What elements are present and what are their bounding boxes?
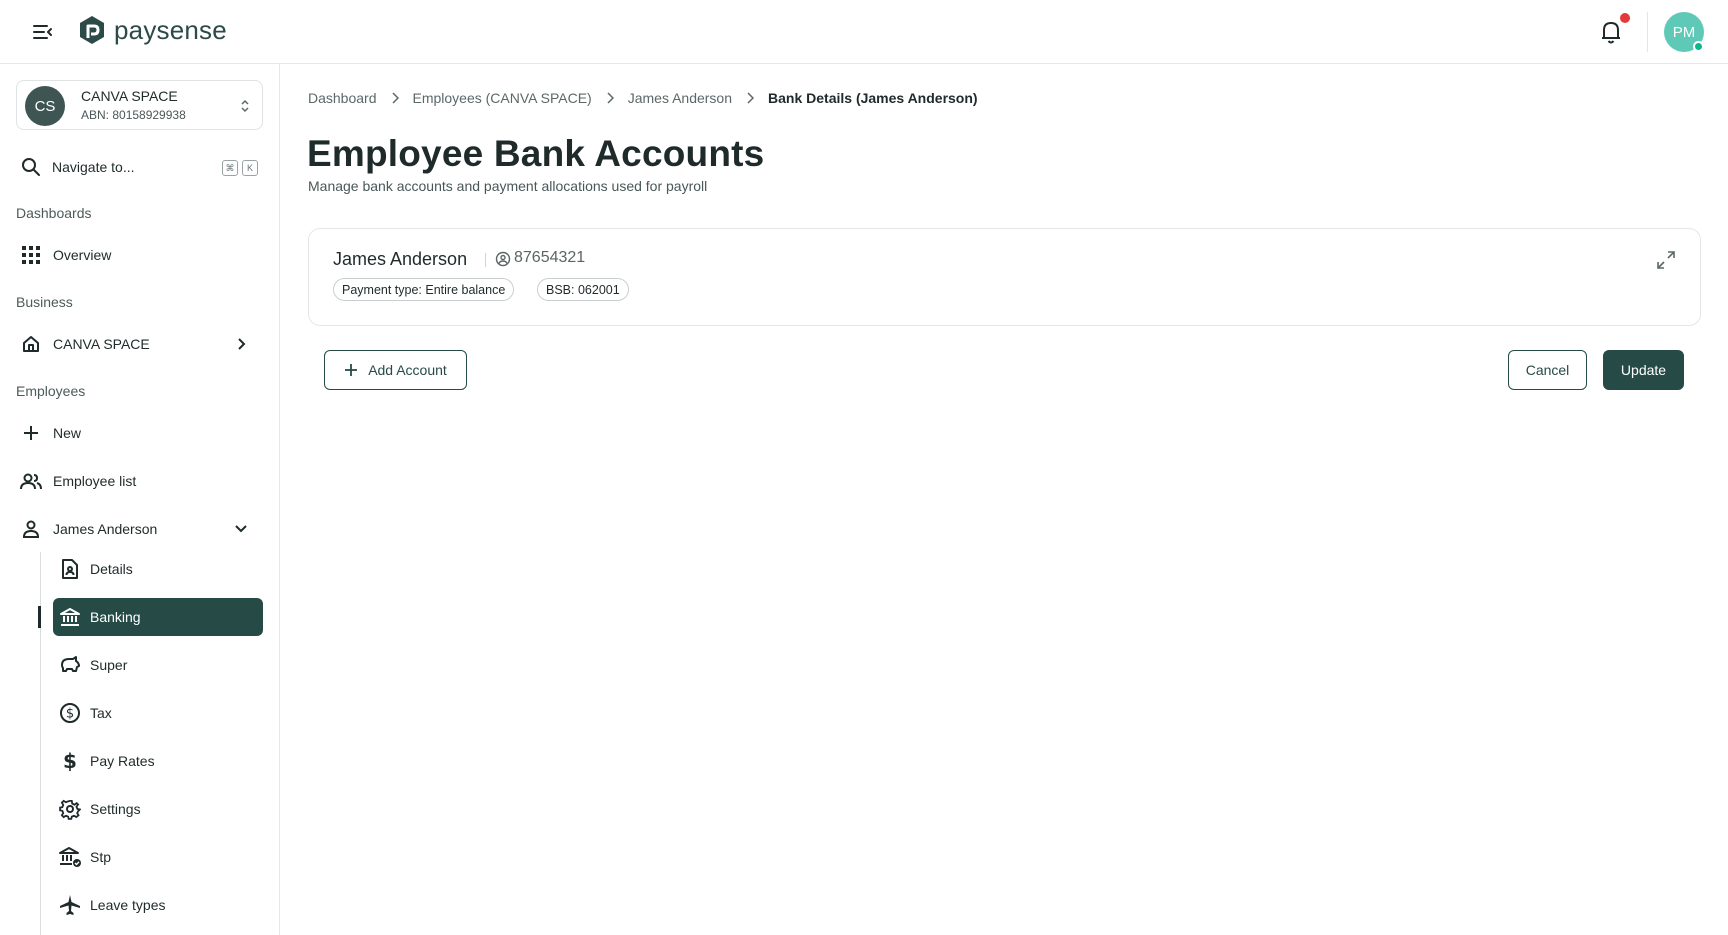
breadcrumb: Dashboard Employees (CANVA SPACE) James …	[308, 90, 978, 106]
notifications-bell-icon[interactable]	[1598, 18, 1624, 46]
section-title-employees: Employees	[16, 383, 86, 399]
sidebar-item-label: Employee list	[53, 473, 137, 489]
svg-text:$: $	[63, 750, 77, 772]
add-account-label: Add Account	[368, 362, 447, 378]
sidebar-subitem-label: Leave types	[90, 897, 166, 913]
home-icon	[20, 333, 42, 355]
chevron-down-icon	[235, 525, 247, 533]
people-icon	[20, 470, 42, 492]
sidebar-item-label: CANVA SPACE	[53, 336, 150, 352]
page-subtitle: Manage bank accounts and payment allocat…	[308, 178, 708, 194]
person-icon	[20, 518, 42, 540]
plus-icon	[345, 364, 358, 376]
app-logo[interactable]: paysense	[78, 14, 227, 46]
account-holder-name: James Anderson	[333, 249, 468, 269]
dollar-icon: $	[57, 748, 83, 774]
breadcrumb-employee[interactable]: James Anderson	[628, 90, 732, 106]
bank-icon	[57, 604, 83, 630]
sidebar-item-label: Overview	[53, 247, 112, 263]
notification-dot	[1620, 13, 1630, 23]
sidebar-item-employee-list[interactable]: Employee list	[20, 466, 260, 496]
bsb-chip: BSB: 062001	[537, 278, 629, 301]
paysense-logo-icon	[80, 16, 104, 44]
add-account-button[interactable]: Add Account	[324, 350, 467, 390]
sidebar-subitem-label: Pay Rates	[90, 753, 155, 769]
expand-icon[interactable]	[1655, 249, 1677, 271]
svg-text:$: $	[66, 707, 74, 722]
plus-icon	[20, 422, 42, 444]
piggy-bank-icon	[57, 652, 83, 678]
payment-type-chip: Payment type: Entire balance	[333, 278, 515, 301]
organization-switcher[interactable]: CS CANVA SPACE ABN: 80158929938	[16, 80, 263, 130]
chevron-right-icon	[607, 92, 614, 104]
org-abn: ABN: 80158929938	[81, 108, 186, 122]
sidebar-subitem-details[interactable]: Details	[53, 550, 263, 588]
sidebar: CS CANVA SPACE ABN: 80158929938 Navigate…	[0, 64, 280, 935]
sidebar-subitem-super[interactable]: Super	[53, 646, 263, 684]
cancel-button[interactable]: Cancel	[1508, 350, 1587, 390]
grid-icon	[20, 244, 42, 266]
sidebar-subitem-pay-rates[interactable]: $ Pay Rates	[53, 742, 263, 780]
org-name: CANVA SPACE	[81, 88, 178, 104]
dollar-circle-icon: $	[57, 700, 83, 726]
account-number: 87654321	[514, 249, 586, 266]
sidebar-subitem-label: Settings	[90, 801, 141, 817]
account-divider	[485, 253, 486, 267]
breadcrumb-employees[interactable]: Employees (CANVA SPACE)	[413, 90, 592, 106]
section-title-business: Business	[16, 294, 73, 310]
sidebar-item-label: New	[53, 425, 82, 441]
search-icon	[22, 158, 40, 176]
sidebar-item-overview[interactable]: Overview	[20, 240, 260, 270]
sidebar-subitem-label: Banking	[90, 609, 141, 625]
navigate-search[interactable]: Navigate to... ⌘ K	[20, 152, 260, 182]
document-person-icon	[57, 556, 83, 582]
header-divider	[1647, 12, 1648, 52]
chevron-up-down-icon	[241, 99, 249, 113]
sidebar-subitem-banking[interactable]: Banking	[53, 598, 263, 636]
gear-icon	[57, 796, 83, 822]
sidebar-item-canva-space[interactable]: CANVA SPACE	[20, 329, 260, 359]
chevron-right-icon	[747, 92, 755, 104]
shortcut-key-cmd: ⌘	[222, 160, 238, 176]
bank-check-icon	[57, 844, 83, 870]
navigate-search-label: Navigate to...	[52, 159, 135, 175]
logo-text: paysense	[114, 14, 227, 45]
org-avatar: CS	[25, 86, 65, 126]
breadcrumb-current: Bank Details (James Anderson)	[768, 90, 978, 106]
bank-account-card: James Anderson 87654321 Payment type: En…	[308, 228, 1701, 326]
chevron-right-icon	[238, 338, 246, 350]
chevron-right-icon	[391, 92, 399, 104]
sidebar-item-new[interactable]: New	[20, 418, 260, 448]
sidebar-subitem-tax[interactable]: $ Tax	[53, 694, 263, 732]
sidebar-item-james-anderson[interactable]: James Anderson	[20, 514, 260, 544]
top-bar: paysense PM	[0, 0, 1728, 64]
breadcrumb-dashboard[interactable]: Dashboard	[308, 90, 377, 106]
sidebar-subitem-label: Tax	[90, 705, 112, 721]
sidebar-item-label: James Anderson	[53, 521, 158, 537]
sidebar-subitem-label: Super	[90, 657, 128, 673]
sidebar-subitem-leave-types[interactable]: Leave types	[53, 886, 263, 924]
account-circle-icon	[495, 251, 511, 267]
update-button[interactable]: Update	[1603, 350, 1684, 390]
submenu-active-marker	[38, 606, 41, 628]
shortcut-key-k: K	[242, 160, 258, 176]
sidebar-subitem-settings[interactable]: Settings	[53, 790, 263, 828]
page-title: Employee Bank Accounts	[307, 133, 765, 174]
section-title-dashboards: Dashboards	[16, 205, 92, 221]
sidebar-subitem-label: Stp	[90, 849, 112, 865]
online-status-indicator	[1693, 41, 1704, 52]
airplane-icon	[57, 892, 83, 918]
sidebar-subitem-label: Details	[90, 561, 133, 577]
menu-collapse-icon[interactable]	[30, 20, 56, 44]
sidebar-subitem-stp[interactable]: Stp	[53, 838, 263, 876]
